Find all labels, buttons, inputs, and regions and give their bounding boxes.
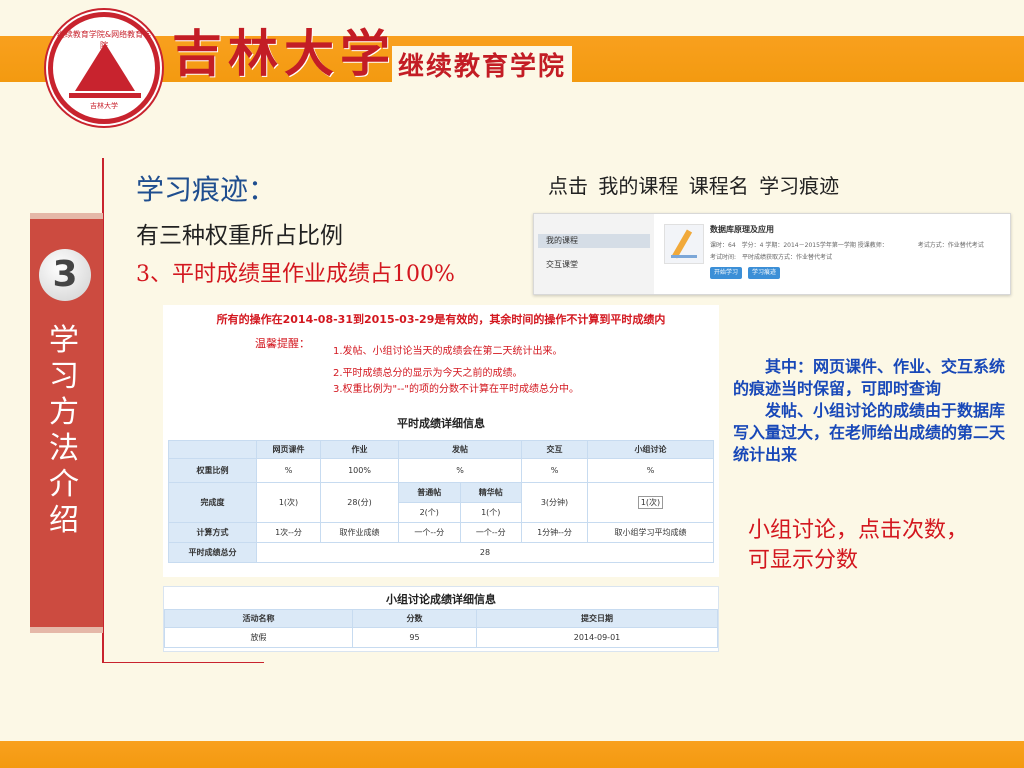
table-cell: 一个--分 [459, 522, 522, 543]
table-row: 活动名称 分数 提交日期 [164, 609, 718, 628]
validity-notice: 所有的操作在2014-08-31到2015-03-29是有效的，其余时间的操作不… [216, 313, 666, 326]
course-nav: 我的课程 交互课堂 [534, 214, 654, 294]
column-header: 活动名称 [164, 609, 353, 628]
grade-table-title: 平时成绩详细信息 [397, 417, 485, 430]
table-cell: 一个--分 [398, 522, 461, 543]
table-cell: % [256, 458, 321, 483]
table-cell: % [587, 458, 714, 483]
column-header: 网页课件 [256, 440, 321, 459]
table-row: 完成度 1(次) 28(分) 普通帖 精华帖 3(分钟) 1(次) [168, 482, 714, 523]
table-cell: 2014-09-01 [476, 627, 718, 648]
nav-item-interactive-class[interactable]: 交互课堂 [538, 258, 650, 272]
course-screenshot: 我的课程 交互课堂 数据库原理及应用 课时：64 学分：4 学期：2014－20… [533, 213, 1011, 295]
university-logo: 继续教育学院&网络教育学院 吉林大学 [48, 12, 160, 124]
total-score: 28 [256, 542, 714, 563]
course-meta: 课时：64 学分：4 学期：2014－2015学年第一学期 授课教师： 考试方式… [710, 240, 984, 249]
table-cell: 100% [320, 458, 399, 483]
logo-sail-icon [75, 43, 135, 91]
university-name: 吉林大学 [172, 24, 396, 83]
course-meta-exam: 考试方式：作业替代考试 [917, 242, 984, 249]
table-cell: 1(个) [459, 502, 522, 523]
column-header: 发帖 [398, 440, 522, 459]
section-subtitle: 有三种权重所占比例 [136, 223, 343, 249]
group-discussion-screenshot: 小组讨论成绩详细信息 活动名称 分数 提交日期 放假 95 2014-09-01 [163, 586, 719, 652]
table-cell: 1分钟--分 [521, 522, 588, 543]
section-side-panel: 3 学习方法介绍 [30, 213, 103, 633]
column-header: 分数 [352, 609, 477, 628]
table-row: 权重比例 % 100% % % % [168, 458, 714, 483]
explanation-note: 其中：网页课件、作业、交互系统的痕迹当时保留，可即时查询 发帖、小组讨论的成绩由… [733, 356, 1011, 466]
college-name: 继续教育学院 [392, 46, 573, 83]
sub-header: 普通帖 [398, 482, 461, 503]
column-header: 提交日期 [476, 609, 718, 628]
table-row: 放假 95 2014-09-01 [164, 627, 718, 648]
table-cell: 1(次) [256, 482, 321, 523]
section-number-badge: 3 [39, 249, 91, 301]
table-cell: % [521, 458, 588, 483]
course-thumbnail-icon [664, 224, 704, 264]
nav-item-my-courses[interactable]: 我的课程 [538, 234, 650, 248]
tip-label: 温馨提醒： [255, 337, 310, 350]
table-cell: 28(分) [320, 482, 399, 523]
tip-item: 1.发帖、小组讨论当天的成绩会在第二天统计出来。 [333, 346, 563, 357]
group-discussion-table: 活动名称 分数 提交日期 放假 95 2014-09-01 [164, 609, 718, 648]
column-header: 小组讨论 [587, 440, 714, 459]
table-cell: 1(次) [587, 482, 714, 523]
tip-item: 2.平时成绩总分的显示为今天之前的成绩。 [333, 368, 523, 379]
tip-item: 3.权重比例为"--"的项的分数不计算在平时成绩总分中。 [333, 384, 579, 395]
explanation-para: 其中：网页课件、作业、交互系统的痕迹当时保留，可即时查询 [733, 357, 1006, 398]
course-meta-line2: 考试时间: 平时成绩获取方式：作业替代考试 [710, 254, 833, 261]
group-discussion-count-link[interactable]: 1(次) [637, 496, 664, 509]
table-cell: % [398, 458, 522, 483]
logo-small-text: 吉林大学 [90, 102, 118, 110]
grade-screenshot: 所有的操作在2014-08-31到2015-03-29是有效的，其余时间的操作不… [163, 305, 719, 577]
grade-detail-table: 网页课件 作业 发帖 交互 小组讨论 权重比例 % 100% % % % 完成度… [168, 440, 714, 563]
section-point: 3、平时成绩里作业成绩占100% [136, 262, 455, 287]
group-table-title: 小组讨论成绩详细信息 [386, 593, 496, 606]
click-path-instruction: 点击 我的课程 课程名 学习痕迹 [548, 174, 840, 198]
table-row: 网页课件 作业 发帖 交互 小组讨论 [168, 440, 714, 459]
explanation-para: 发帖、小组讨论的成绩由于数据库写入量过大，在老师给出成绩的第二天统计出来 [733, 401, 1006, 464]
table-cell: 1次--分 [256, 522, 321, 543]
row-label: 权重比例 [168, 458, 257, 483]
table-cell: 2(个) [398, 502, 461, 523]
table-row: 平时成绩总分 28 [168, 542, 714, 563]
column-header: 交互 [521, 440, 588, 459]
logo-base-icon [69, 93, 141, 98]
row-label: 计算方式 [168, 522, 257, 543]
column-header: 作业 [320, 440, 399, 459]
footer-band [0, 741, 1024, 768]
row-label: 完成度 [168, 482, 257, 523]
side-divider-horizontal [102, 662, 264, 663]
table-cell: 95 [352, 627, 477, 648]
section-side-title: 学习方法介绍 [49, 323, 79, 538]
section-title: 学习痕迹： [136, 173, 277, 206]
group-discussion-tip: 小组讨论，点击次数，可显示分数 [748, 518, 969, 573]
table-cell: 放假 [164, 627, 353, 648]
sub-header: 精华帖 [459, 482, 522, 503]
course-meta-line1: 课时：64 学分：4 学期：2014－2015学年第一学期 授课教师： [710, 242, 888, 249]
table-cell: 取作业成绩 [320, 522, 399, 543]
table-cell: 3(分钟) [521, 482, 588, 523]
table-cell: 取小组学习平均成绩 [587, 522, 714, 543]
course-name: 数据库原理及应用 [710, 225, 774, 234]
learning-trace-button[interactable]: 学习痕迹 [748, 267, 781, 279]
start-learning-button[interactable]: 开始学习 [710, 267, 743, 279]
row-label: 平时成绩总分 [168, 542, 257, 563]
table-row: 计算方式 1次--分 取作业成绩 一个--分 一个--分 1分钟--分 取小组学… [168, 522, 714, 543]
